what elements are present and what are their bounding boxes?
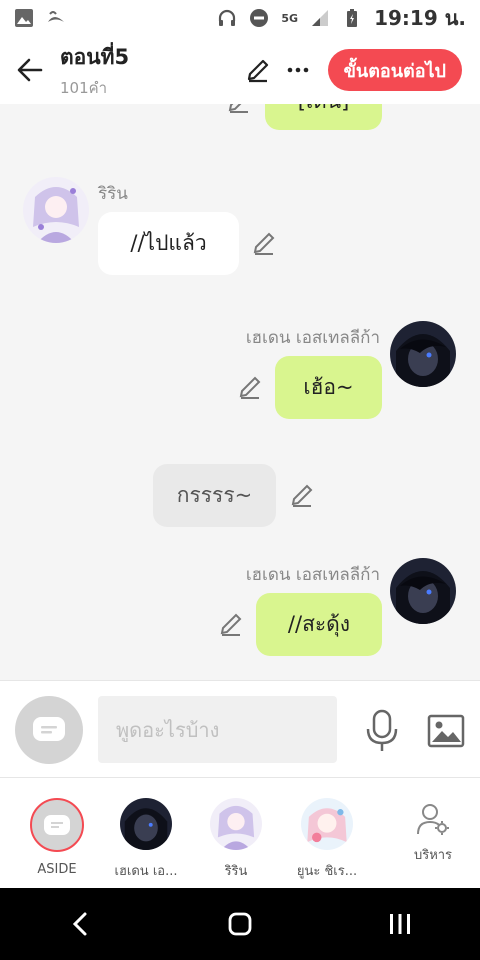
aside-avatar — [30, 798, 84, 852]
do-not-disturb-icon — [250, 9, 269, 27]
edit-button[interactable] — [238, 50, 278, 90]
chat-bubble-icon — [44, 815, 70, 835]
chat-area[interactable]: [เดิน] ริริน //ไปแล้ว เฮเดน เอสเทลลีก้า … — [0, 104, 480, 680]
network-type: 5G — [281, 11, 299, 25]
nav-recents-button[interactable] — [370, 894, 430, 954]
message-bubble[interactable]: [เดิน] — [265, 104, 382, 130]
edit-message-icon[interactable] — [251, 230, 277, 256]
battery-icon — [347, 9, 358, 27]
avatar[interactable] — [390, 321, 456, 387]
avatar — [120, 798, 172, 850]
title-block: ตอนที่5 101คำ — [60, 41, 129, 100]
speaker-name: เฮเดน เอสเทลลีก้า — [245, 328, 380, 348]
character-ririn[interactable]: ริริน — [190, 798, 282, 881]
character-label: เฮเดน เอ... — [114, 864, 178, 879]
microphone-icon[interactable] — [362, 709, 402, 753]
clock: 19:19 น. — [374, 6, 466, 30]
header: ตอนที่5 101คำ ขั้นตอนต่อไป — [0, 36, 480, 104]
chat-bubble-icon — [33, 717, 65, 741]
message-bubble[interactable]: //ไปแล้ว — [98, 212, 239, 275]
message-bubble[interactable]: เฮ้อ~ — [275, 356, 382, 419]
character-yuna[interactable]: ยูนะ ชิเร... — [281, 798, 373, 881]
home-icon — [228, 912, 252, 936]
image-icon[interactable] — [426, 711, 466, 751]
speaker-name: ริริน — [98, 184, 128, 204]
word-count: 101คำ — [60, 78, 108, 97]
character-label: บริหาร — [413, 848, 453, 863]
bird-icon — [48, 11, 64, 22]
character-heiden[interactable]: เฮเดน เอ... — [100, 798, 192, 881]
avatar — [210, 798, 262, 850]
avatar — [301, 798, 353, 850]
system-nav-bar — [0, 888, 480, 960]
message-bubble[interactable]: //สะดุ้ง — [256, 593, 382, 656]
chevron-left-icon — [72, 912, 87, 936]
more-button[interactable] — [278, 50, 318, 90]
back-button[interactable] — [0, 36, 60, 104]
edit-message-icon[interactable] — [289, 482, 315, 508]
headphones-icon — [219, 9, 236, 26]
nav-home-button[interactable] — [210, 894, 270, 954]
input-bar — [0, 680, 480, 778]
page-title: ตอนที่5 — [60, 44, 130, 69]
arrow-left-icon — [17, 58, 43, 82]
pencil-icon — [247, 59, 268, 83]
aside-toggle-button[interactable] — [15, 696, 83, 764]
nav-back-button[interactable] — [50, 894, 110, 954]
manage-characters-button[interactable]: บริหาร — [387, 802, 479, 865]
more-icon — [287, 67, 308, 73]
user-gear-icon — [417, 804, 449, 835]
status-bar: 5G 19:19 น. — [0, 0, 480, 36]
avatar[interactable] — [390, 558, 456, 624]
edit-message-icon[interactable] — [237, 374, 263, 400]
aside-bubble[interactable]: กรรรร~ — [153, 464, 276, 527]
edit-message-icon[interactable] — [226, 104, 252, 114]
gallery-icon — [15, 9, 33, 27]
message-input[interactable] — [98, 696, 337, 763]
character-label: ASIDE — [37, 862, 77, 877]
edit-message-icon[interactable] — [218, 611, 244, 637]
character-bar: ASIDE เฮเดน เอ... ริริน ยูนะ ชิเร... บริ… — [0, 778, 480, 888]
character-aside[interactable]: ASIDE — [11, 798, 103, 877]
avatar[interactable] — [23, 177, 89, 243]
signal-icon — [312, 10, 329, 26]
speaker-name: เฮเดน เอสเทลลีก้า — [245, 565, 380, 585]
next-step-button[interactable]: ขั้นตอนต่อไป — [327, 49, 462, 91]
recents-icon — [390, 914, 410, 934]
character-label: ริริน — [224, 864, 248, 879]
character-label: ยูนะ ชิเร... — [296, 864, 358, 879]
